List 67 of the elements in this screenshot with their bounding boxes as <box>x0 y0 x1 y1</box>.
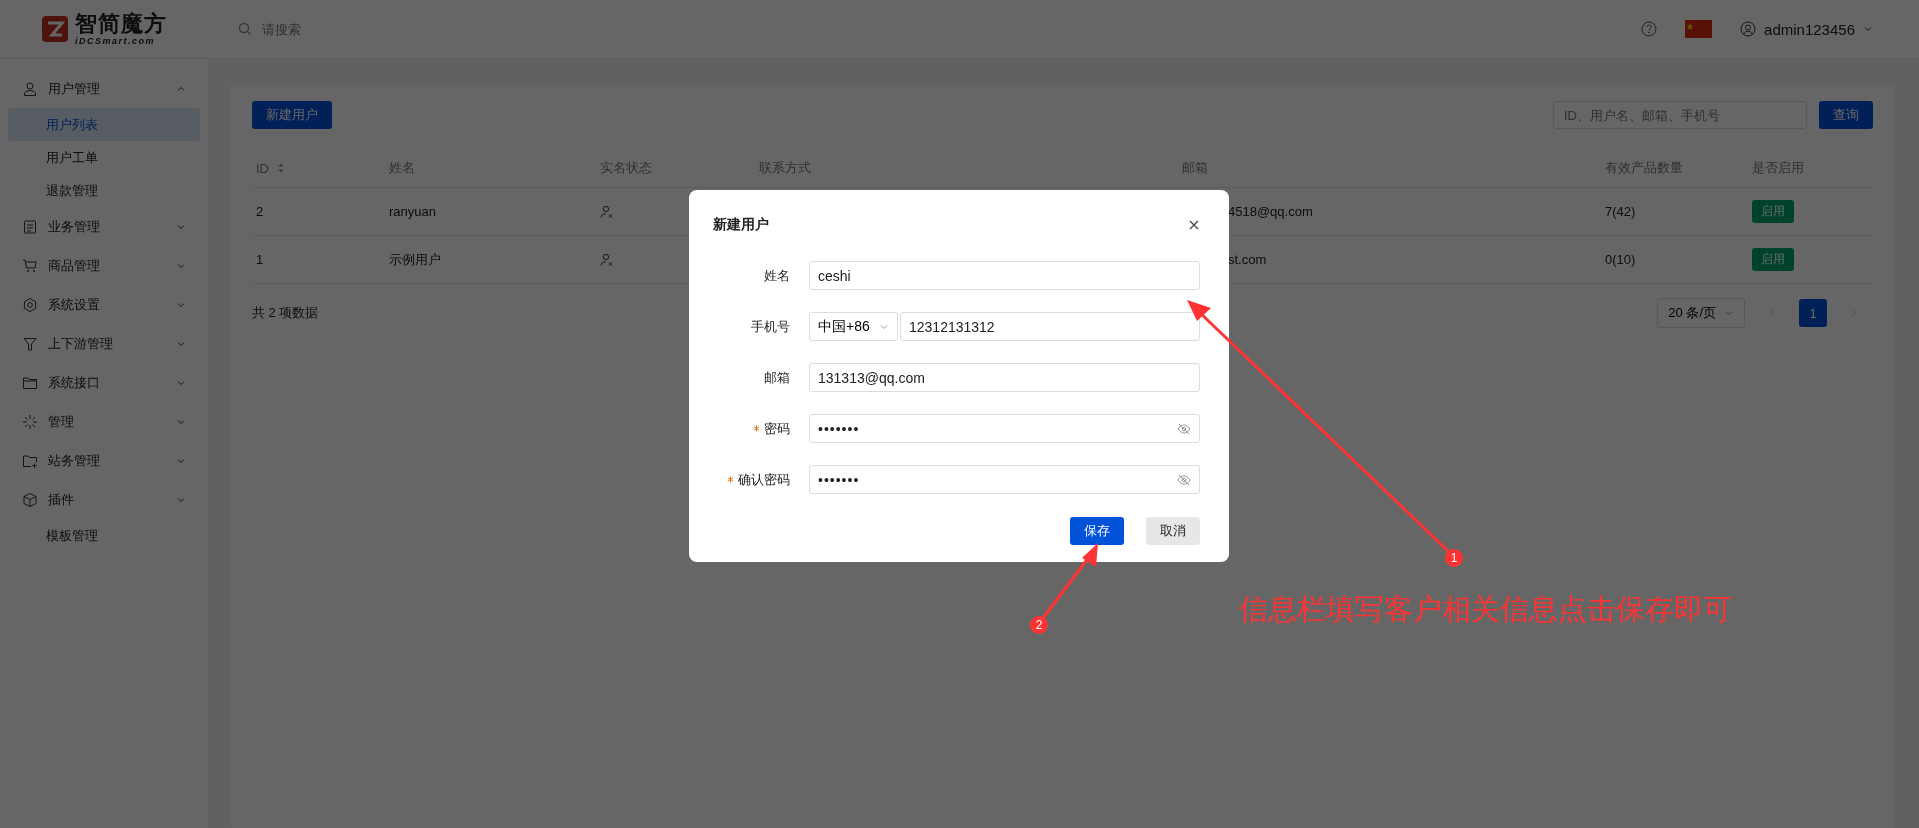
field-label: 密码 <box>764 419 790 438</box>
required-asterisk-icon <box>753 425 760 432</box>
folder-icon <box>22 374 38 391</box>
field-label: 确认密码 <box>738 470 790 489</box>
search-icon <box>238 22 252 36</box>
table-cell: ranyuan <box>389 204 436 219</box>
phone-field[interactable]: 12312131312 <box>900 312 1200 341</box>
sidebar-item[interactable]: 插件 <box>8 480 200 519</box>
sidebar-item[interactable]: 用户管理 <box>8 69 200 108</box>
password-field[interactable]: ••••••• <box>809 414 1200 443</box>
password-field[interactable]: ••••••• <box>809 465 1200 494</box>
settings-icon <box>22 296 38 313</box>
sort-icon[interactable] <box>277 162 285 174</box>
table-cell: 示例用户 <box>389 250 441 269</box>
sidebar-item[interactable]: 业务管理 <box>8 207 200 246</box>
table-cell: 4518@qq.com <box>1228 204 1313 219</box>
logo-name: 智简魔方 <box>75 12 167 35</box>
table-cell: st.com <box>1228 252 1267 267</box>
table-cell: 0(10) <box>1605 252 1636 267</box>
folderplus-icon <box>22 452 38 469</box>
page-size-select[interactable]: 20 条/页 <box>1657 298 1745 328</box>
dialog-title: 新建用户 <box>713 216 769 234</box>
sidebar-item[interactable]: 系统设置 <box>8 285 200 324</box>
eye-slash-icon[interactable] <box>1177 472 1191 487</box>
filter-icon <box>22 335 38 352</box>
table-cell: 7(42) <box>1605 204 1636 219</box>
sidebar-subitem[interactable]: 用户工单 <box>8 141 200 174</box>
sidebar-subitem[interactable]: 模板管理 <box>8 519 200 552</box>
sidebar-item[interactable]: 站务管理 <box>8 441 200 480</box>
table-cell: 2 <box>256 204 264 219</box>
eye-slash-icon[interactable] <box>1177 421 1191 436</box>
flag-icon[interactable] <box>1685 20 1713 38</box>
chevron-icon <box>1863 24 1873 34</box>
logo-subtitle: iDCSmart.com <box>75 36 156 46</box>
query-button[interactable]: 查询 <box>1819 101 1873 129</box>
sidebar-subitem[interactable]: 退款管理 <box>8 174 200 207</box>
sidebar-item[interactable]: 上下游管理 <box>8 324 200 363</box>
user-icon <box>22 80 38 97</box>
status-tag: 启用 <box>1752 248 1794 271</box>
field-label: 邮箱 <box>764 368 790 387</box>
logo-icon <box>41 15 69 43</box>
save-button[interactable]: 保存 <box>1070 517 1124 545</box>
doc-icon <box>22 218 38 235</box>
sidebar-item[interactable]: 商品管理 <box>8 246 200 285</box>
country-code-select[interactable]: 中国+86 <box>809 312 898 341</box>
page-button[interactable]: 1 <box>1799 299 1827 327</box>
field-label: 姓名 <box>764 266 790 285</box>
status-tag: 启用 <box>1752 200 1794 223</box>
sidebar-item[interactable]: 系统接口 <box>8 363 200 402</box>
close-icon[interactable] <box>1188 219 1200 231</box>
table-cell: 1 <box>256 252 264 267</box>
total-count: 共 2 项数据 <box>252 304 319 322</box>
required-asterisk-icon <box>727 476 734 483</box>
cube-icon <box>22 491 38 508</box>
user-icon <box>1740 21 1757 37</box>
spark-icon <box>22 413 38 430</box>
help-icon[interactable] <box>1641 21 1658 37</box>
sidebar-subitem[interactable]: 用户列表 <box>8 108 200 141</box>
field-label: 手机号 <box>751 317 790 336</box>
cart-icon <box>22 257 38 274</box>
sidebar-item[interactable]: 管理 <box>8 402 200 441</box>
cancel-button[interactable]: 取消 <box>1146 517 1200 545</box>
user-menu[interactable]: admin123456 <box>1740 20 1873 38</box>
input-field[interactable]: ceshi <box>809 261 1200 290</box>
annotation-text: 信息栏填写客户相关信息点击保存即可 <box>1239 592 1732 627</box>
input-field[interactable]: 131313@qq.com <box>809 363 1200 392</box>
new-user-button[interactable]: 新建用户 <box>252 101 332 129</box>
